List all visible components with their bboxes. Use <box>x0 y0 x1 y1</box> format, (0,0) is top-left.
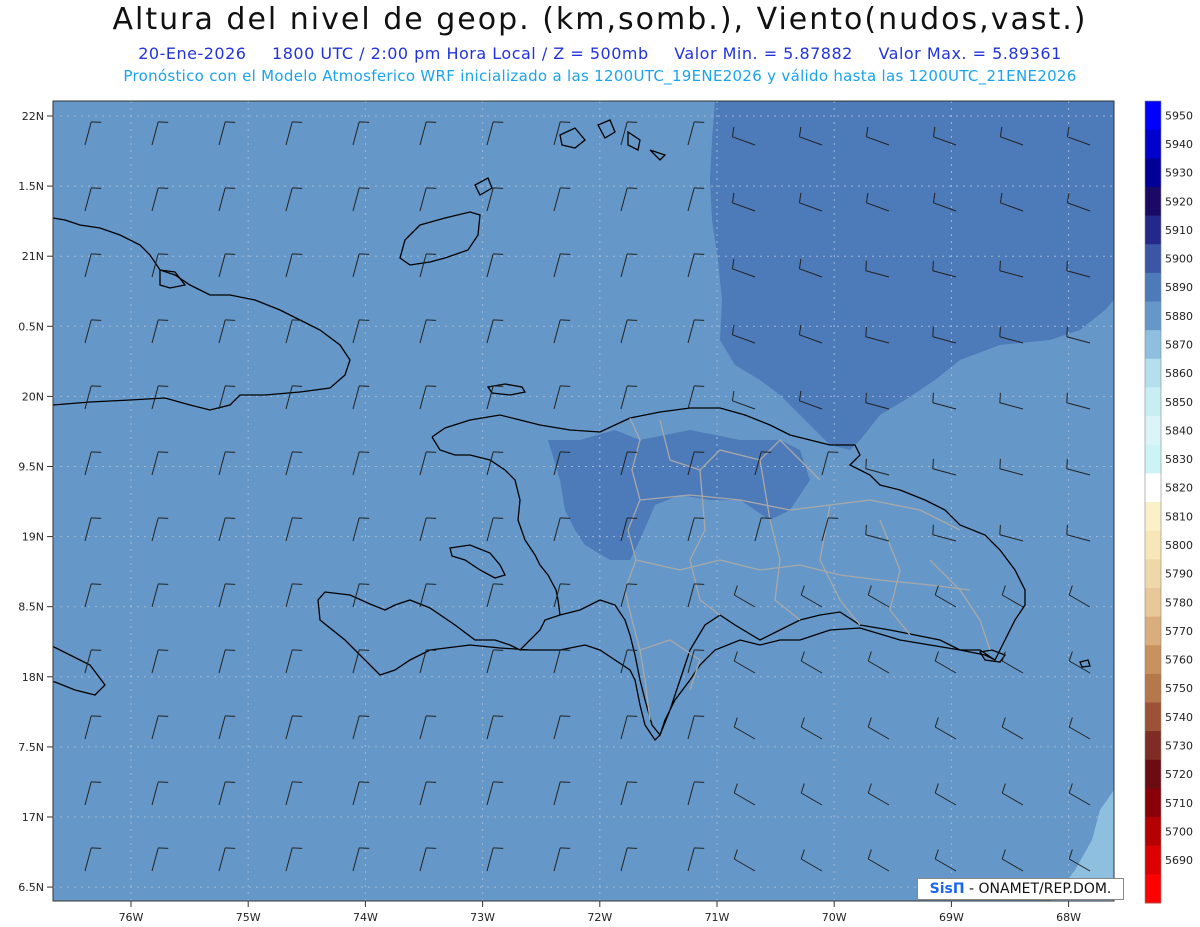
colorbar-label: 5900 <box>1165 253 1193 266</box>
colorbar-swatch <box>1145 559 1161 589</box>
colorbar-swatch <box>1145 358 1161 388</box>
credit-text: - ONAMET/REP.DOM. <box>964 881 1112 897</box>
lat-tick-label: 18N <box>22 671 44 684</box>
colorbar-swatch <box>1145 101 1161 131</box>
lat-tick-label: 21N <box>22 250 44 263</box>
longitude-axis: 76W 75W 74W 73W 72W 71W 70W 69W 68W <box>119 901 1081 924</box>
lon-tick-label: 75W <box>236 911 261 924</box>
credit-box: SisΠ - ONAMET/REP.DOM. <box>917 878 1124 900</box>
colorbar-swatch <box>1145 272 1161 302</box>
colorbar-label: 5710 <box>1165 797 1193 810</box>
coast-cuba-islet <box>35 200 48 218</box>
colorbar-swatch <box>1145 186 1161 217</box>
colorbar-swatch <box>1145 158 1161 188</box>
lon-tick-label: 73W <box>470 911 495 924</box>
colorbar-label: 5760 <box>1165 654 1193 667</box>
colorbar-label: 5850 <box>1165 396 1193 409</box>
colorbar-swatch <box>1145 416 1161 446</box>
colorbar-swatch <box>1145 301 1161 331</box>
colorbar-label: 5750 <box>1165 682 1193 695</box>
colorbar-label: 5840 <box>1165 424 1193 437</box>
colorbar-label: 5920 <box>1165 195 1193 208</box>
lon-tick-label: 74W <box>353 911 378 924</box>
colorbar-swatch <box>1145 473 1161 503</box>
lat-tick-label: 7.5N <box>18 741 44 754</box>
colorbar-label: 5740 <box>1165 711 1193 724</box>
colorbar-swatch <box>1145 817 1161 847</box>
colorbar-label: 5880 <box>1165 310 1193 323</box>
colorbar-label: 5870 <box>1165 338 1193 351</box>
colorbar-swatch <box>1145 129 1161 159</box>
colorbar-swatch <box>1145 616 1161 646</box>
lat-tick-label: 17N <box>22 811 44 824</box>
colorbar-swatch <box>1145 845 1161 875</box>
colorbar-swatch <box>1145 731 1161 761</box>
lon-tick-label: 71W <box>705 911 730 924</box>
lat-tick-label: 9.5N <box>18 461 44 474</box>
colorbar-label: 5720 <box>1165 768 1193 781</box>
colorbar-swatch <box>1145 874 1161 904</box>
colorbar-label: 5770 <box>1165 625 1193 638</box>
colorbar-label: 5810 <box>1165 510 1193 523</box>
lon-tick-label: 70W <box>822 911 847 924</box>
colorbar-swatch <box>1145 387 1161 417</box>
colorbar-label: 5790 <box>1165 568 1193 581</box>
colorbar: 5950 5940 5930 5920 5910 5900 5890 5880 5870 5860… <box>1144 100 1193 904</box>
colorbar-swatch <box>1145 702 1161 732</box>
colorbar-label: 5800 <box>1165 539 1193 552</box>
colorbar-label: 5940 <box>1165 138 1193 151</box>
lat-tick-label: 6.5N <box>18 881 44 894</box>
colorbar-label: 5780 <box>1165 596 1193 609</box>
colorbar-label: 5690 <box>1165 854 1193 867</box>
colorbar-swatch <box>1145 530 1161 560</box>
colorbar-label: 5950 <box>1165 109 1193 122</box>
lon-tick-label: 69W <box>939 911 964 924</box>
lat-tick-label: 0.5N <box>18 320 44 333</box>
lat-tick-label: 8.5N <box>18 601 44 614</box>
colorbar-label: 5930 <box>1165 167 1193 180</box>
colorbar-label: 5830 <box>1165 453 1193 466</box>
colorbar-label: 5890 <box>1165 281 1193 294</box>
colorbar-label: 5730 <box>1165 739 1193 752</box>
colorbar-label: 5700 <box>1165 825 1193 838</box>
colorbar-swatch <box>1145 788 1161 818</box>
colorbar-swatch <box>1145 244 1161 274</box>
latitude-axis: 22N 1.5N 21N 0.5N 20N 9.5N 19N 8.5N 18N 7.5N 17N 6.… <box>18 110 53 894</box>
colorbar-swatch <box>1145 645 1161 675</box>
colorbar-label: 5910 <box>1165 224 1193 237</box>
lon-tick-label: 68W <box>1056 911 1081 924</box>
map-canvas: 22N 1.5N 21N 0.5N 20N 9.5N 19N 8.5N 18N 7.5N 17N 6.… <box>18 100 1193 924</box>
lat-tick-label: 20N <box>22 390 44 403</box>
lat-tick-label: 1.5N <box>18 180 44 193</box>
lat-tick-label: 19N <box>22 531 44 544</box>
colorbar-swatch <box>1145 502 1161 532</box>
colorbar-label: 5860 <box>1165 367 1193 380</box>
colorbar-swatch <box>1145 444 1161 474</box>
sispi-logo: SisΠ <box>929 881 965 897</box>
colorbar-swatch <box>1145 215 1161 245</box>
lon-tick-label: 76W <box>119 911 144 924</box>
colorbar-swatch <box>1145 673 1161 703</box>
colorbar-swatch <box>1145 587 1161 618</box>
lat-tick-label: 22N <box>22 110 44 123</box>
colorbar-swatch <box>1145 759 1161 789</box>
lon-tick-label: 72W <box>587 911 612 924</box>
colorbar-label: 5820 <box>1165 482 1193 495</box>
colorbar-swatch <box>1145 330 1161 360</box>
